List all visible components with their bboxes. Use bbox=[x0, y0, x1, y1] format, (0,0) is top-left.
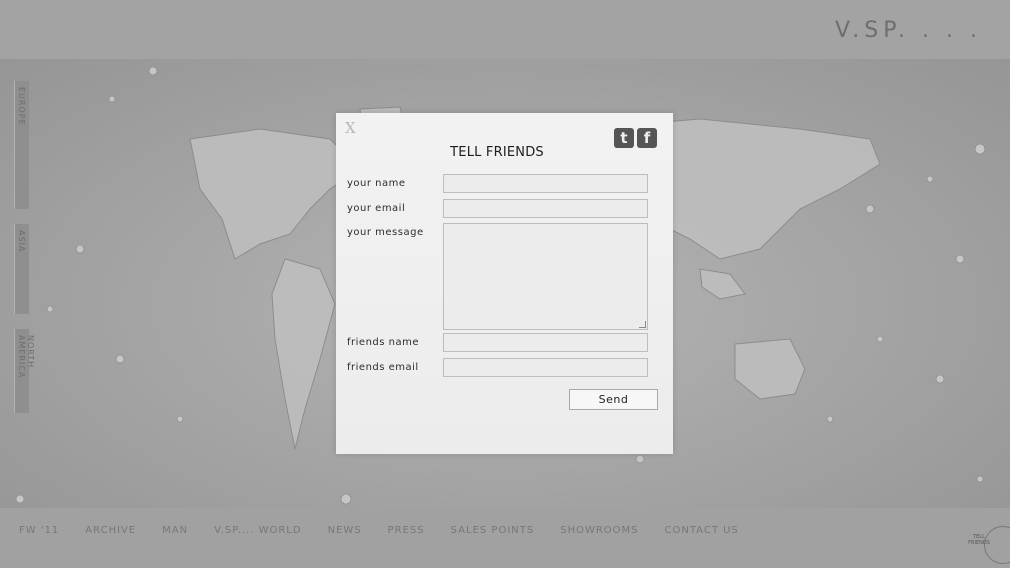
region-tab-north-america[interactable]: NORTH AMERICA bbox=[14, 329, 35, 413]
region-tab-label: ASIA bbox=[17, 230, 26, 253]
nav-item-contact-us[interactable]: CONTACT US bbox=[665, 525, 739, 536]
region-tab-asia[interactable]: ASIA bbox=[14, 224, 29, 314]
your-name-input[interactable] bbox=[443, 174, 648, 193]
region-tab-europe[interactable]: EUROPE bbox=[14, 81, 29, 209]
friends-name-input[interactable] bbox=[443, 333, 648, 352]
your-message-textarea[interactable] bbox=[443, 223, 648, 330]
your-email-input[interactable] bbox=[443, 199, 648, 218]
your-email-label: your email bbox=[347, 203, 406, 214]
nav-item-news[interactable]: NEWS bbox=[328, 525, 362, 536]
region-tab-label: NORTH AMERICA bbox=[17, 335, 35, 379]
friends-email-label: friends email bbox=[347, 362, 419, 373]
tell-friends-badge[interactable]: TELL FRIENDS bbox=[962, 523, 1010, 567]
send-button[interactable]: Send bbox=[569, 389, 658, 410]
region-tab-label: EUROPE bbox=[17, 87, 26, 126]
nav-item-archive[interactable]: ARCHIVE bbox=[85, 525, 136, 536]
nav-item-sales-points[interactable]: SALES POINTS bbox=[451, 525, 535, 536]
footer-nav-bar: FW '11 ARCHIVE MAN V.SP.... WORLD NEWS P… bbox=[0, 508, 1010, 568]
nav-item-press[interactable]: PRESS bbox=[388, 525, 425, 536]
friends-name-label: friends name bbox=[347, 337, 419, 348]
nav-item-man[interactable]: MAN bbox=[162, 525, 188, 536]
resize-grip-icon[interactable] bbox=[639, 321, 646, 328]
close-icon[interactable]: X bbox=[345, 119, 356, 137]
modal-title: TELL FRIENDS bbox=[450, 145, 544, 160]
main-nav: FW '11 ARCHIVE MAN V.SP.... WORLD NEWS P… bbox=[19, 525, 765, 536]
nav-item-fw11[interactable]: FW '11 bbox=[19, 525, 59, 536]
your-message-label: your message bbox=[347, 227, 424, 238]
nav-item-vsp-world[interactable]: V.SP.... WORLD bbox=[214, 525, 301, 536]
your-name-label: your name bbox=[347, 178, 406, 189]
brand-logo[interactable]: V.SP. . . . bbox=[835, 18, 982, 43]
badge-label: TELL FRIENDS bbox=[968, 534, 990, 546]
friends-email-input[interactable] bbox=[443, 358, 648, 377]
tell-friends-modal: X t f TELL FRIENDS your name your email … bbox=[336, 113, 673, 454]
header-bar: V.SP. . . . bbox=[0, 0, 1010, 59]
nav-item-showrooms[interactable]: SHOWROOMS bbox=[560, 525, 638, 536]
